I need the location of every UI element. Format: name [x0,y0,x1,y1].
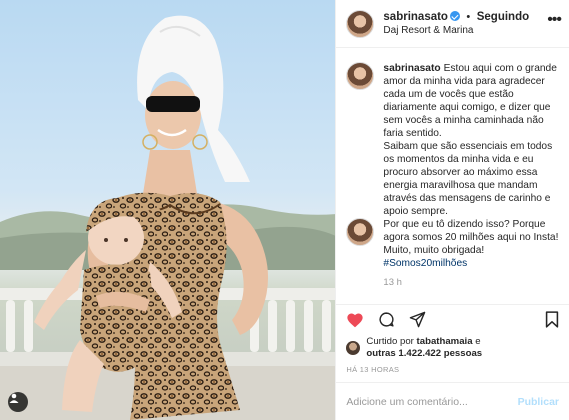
caption-paragraph-1: Estou aqui com o grande amor da minha vi… [383,63,557,139]
avatar[interactable] [346,341,361,355]
add-comment-form: Publicar [336,382,569,420]
caption-paragraph-3: Por que eu tô dizendo isso? Porque agora… [383,219,559,243]
avatar[interactable] [346,9,375,38]
photo-illustration [0,15,336,420]
likes-count-link[interactable]: outras 1.422.422 pessoas [366,348,482,359]
heart-icon [347,312,364,327]
caption-text: sabrinasato Estou aqui com o grande amor … [383,62,559,289]
share-icon [410,311,426,328]
caption-age: 13 h [383,277,402,288]
post-photo[interactable] [0,0,336,420]
caption-paragraph-2: Saibam que são essenciais em todos os mo… [383,141,553,217]
comment-icon [379,312,394,327]
action-bar [336,304,569,334]
caption-comment: sabrinasato Estou aqui com o grande amor … [346,62,559,289]
likes-prefix: Curtido por [366,336,414,347]
bookmark-icon [545,311,559,328]
hashtag-link[interactable]: #Somos20milhões [383,257,559,270]
verified-icon [449,11,460,21]
liked-by-user-link[interactable]: tabathamaia [417,336,473,347]
post-timestamp[interactable]: HÁ 13 HORAS [336,360,569,374]
header-text: sabrinasato • Seguindo Daj Resort & Mari… [383,9,547,38]
share-button[interactable] [409,311,426,328]
post-header: sabrinasato • Seguindo Daj Resort & Mari… [336,0,569,48]
caption-username[interactable]: sabrinasato [383,63,440,74]
publish-button[interactable]: Publicar [518,396,559,408]
comment-input[interactable] [346,395,518,408]
save-button[interactable] [545,311,559,328]
comment-button[interactable] [378,311,395,328]
likes-connector: e [475,336,481,347]
following-button[interactable]: Seguindo [477,11,529,23]
post-side-panel: sabrinasato • Seguindo Daj Resort & Mari… [335,0,569,420]
avatar[interactable] [346,62,375,90]
comments-area[interactable]: sabrinasato Estou aqui com o grande amor … [336,48,569,304]
header-separator: • [466,11,471,23]
instagram-post: sabrinasato • Seguindo Daj Resort & Mari… [0,0,569,420]
location-link[interactable]: Daj Resort & Marina [383,24,547,38]
caption-paragraph-4: Muito, muito obrigada! [383,245,485,256]
like-button[interactable] [346,312,364,328]
header-username[interactable]: sabrinasato [383,11,448,23]
user-tag-icon[interactable] [8,392,28,412]
more-options-icon[interactable]: ••• [547,11,562,37]
likes-summary: Curtido por tabathamaia e outras 1.422.4… [336,334,569,360]
